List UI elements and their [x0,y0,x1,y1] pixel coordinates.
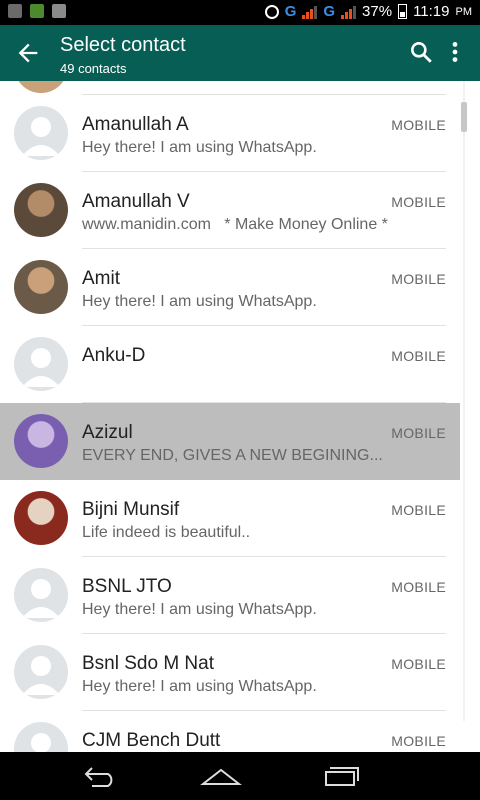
scroll-track [463,81,465,721]
contact-row[interactable]: Amanullah V MOBILE www.manidin.com * Make … [0,172,460,249]
contact-row[interactable]: BSNL JTO MOBILE Hey there! I am using What… [0,557,460,634]
contact-status: Hey there! I am using WhatsApp. [82,139,317,156]
contact-status: www.manidin.com * Make Money Online * [82,216,388,233]
default-avatar-icon [14,645,68,699]
contact-name: Bsnl Sdo M Nat [82,653,214,674]
contact-row[interactable]: Anku-D MOBILE [0,326,460,403]
contact-row[interactable]: CJM Bench Dutt MOBILE [0,711,460,752]
battery-icon [398,4,408,19]
contact-row[interactable]: Amit MOBILE Hey there! I am using WhatsApp… [0,249,460,326]
contact-type-label: MOBILE [391,194,446,210]
contact-photo-avatar [14,414,68,468]
contact-row[interactable]: Amanullah A MOBILE Hey there! I am using W… [0,95,460,172]
search-icon[interactable] [408,39,434,65]
contact-status: Hey there! I am using WhatsApp. [82,293,317,310]
default-avatar-icon [14,106,68,160]
nav-back-icon[interactable] [82,764,120,788]
contact-row[interactable]: Bijni Munsif MOBILE Life indeed is beautif… [0,480,460,557]
back-arrow-icon[interactable] [14,39,42,67]
contact-type-label: MOBILE [391,425,446,441]
contact-count: 49 contacts [60,61,127,76]
contact-photo-avatar [14,183,68,237]
page-title: Select contact [60,34,186,56]
contact-photo-avatar [14,491,68,545]
contact-type-label: MOBILE [391,733,446,749]
contact-type-label: MOBILE [391,348,446,364]
nav-recent-apps-icon[interactable] [322,764,360,788]
contact-name: CJM Bench Dutt [82,730,221,751]
signal-2-icon [341,5,357,19]
contact-name: Amit [82,268,120,289]
navigation-bar [0,752,480,800]
contact-type-label: MOBILE [391,271,446,287]
default-avatar-icon [14,337,68,391]
contact-type-label: MOBILE [391,117,446,133]
clock-ampm: PM [455,5,473,18]
more-options-icon[interactable] [446,39,464,65]
default-avatar-icon [14,568,68,622]
contact-status: Hey there! I am using WhatsApp. [82,601,317,618]
contact-status: Life indeed is beautiful.. [82,524,251,541]
game-notification-icon [30,4,44,18]
image-notification-icon [52,4,66,18]
status-bar: G G 37% 11:19 PM [0,0,480,25]
contact-photo-avatar [14,260,68,314]
contact-name: BSNL JTO [82,576,172,597]
contact-row[interactable]: Azizul MOBILE EVERY END, GIVES A NEW BEGIN… [0,403,460,480]
nav-home-icon[interactable] [200,764,242,788]
network-type-1: G [284,3,297,20]
alarm-icon [264,4,279,19]
contact-name: Bijni Munsif [82,499,180,520]
notification-icons [8,4,66,18]
partial-contact-row[interactable] [0,81,460,95]
contact-avatar [14,81,68,93]
scrollbar-thumb[interactable] [461,102,467,132]
battery-percent: 37% [362,3,393,20]
contact-type-label: MOBILE [391,502,446,518]
contact-name: Amanullah V [82,191,190,212]
contact-type-label: MOBILE [391,579,446,595]
contact-status: Hey there! I am using WhatsApp. [82,678,317,695]
contact-name: Anku-D [82,345,146,366]
signal-1-icon [302,5,318,19]
app-notification-icon [8,4,22,18]
app-bar: Select contact 49 contacts [0,25,480,81]
network-type-2: G [323,3,336,20]
contact-name: Amanullah A [82,114,189,135]
contact-status: EVERY END, GIVES A NEW BEGINING... [82,447,383,464]
clock-time: 11:19 [413,3,450,20]
contact-name: Azizul [82,422,133,443]
default-avatar-icon [14,722,68,752]
contact-type-label: MOBILE [391,656,446,672]
contact-row[interactable]: Bsnl Sdo M Nat MOBILE Hey there! I am usin… [0,634,460,711]
contact-list[interactable]: Amanullah A MOBILE Hey there! I am using W… [0,81,480,752]
